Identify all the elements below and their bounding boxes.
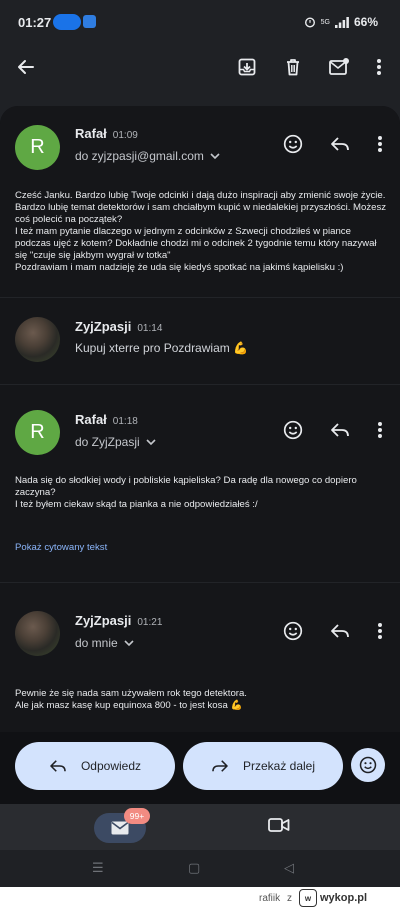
- footer-username[interactable]: rafiik: [259, 893, 280, 904]
- message-time: 01:09: [112, 130, 138, 141]
- sender-name: Rafał 01:18: [75, 412, 138, 427]
- battery-level: 66%: [353, 15, 378, 29]
- more-vert-icon[interactable]: [365, 53, 393, 81]
- nav-meet-tab[interactable]: [268, 817, 290, 838]
- sender-name: ZyjZpasji 01:14: [75, 319, 162, 334]
- avatar[interactable]: [15, 611, 60, 656]
- more-vert-icon[interactable]: [368, 619, 392, 643]
- sender-label: ZyjZpasji: [75, 319, 132, 334]
- chevron-down-icon: [210, 152, 220, 159]
- phone-screen: 01:27 5G 66% R Rafał 01:09 do zyjzpasji@…: [0, 0, 400, 887]
- status-right: 5G 66%: [304, 15, 378, 29]
- reply-button-label: Odpowiedz: [80, 759, 142, 773]
- avatar[interactable]: R: [15, 125, 60, 170]
- reply-icon[interactable]: [328, 619, 352, 643]
- delete-icon[interactable]: [279, 53, 307, 81]
- status-bar: 01:27 5G 66%: [0, 0, 400, 44]
- recipient-toggle[interactable]: do zyjzpasji@gmail.com: [75, 149, 220, 163]
- hotspot-icon: [53, 14, 81, 30]
- sender-name: ZyjZpasji 01:21: [75, 613, 162, 628]
- more-vert-icon[interactable]: [368, 132, 392, 156]
- unread-count-badge: 99+: [124, 808, 150, 824]
- recipient-toggle[interactable]: do ZyjZpasji: [75, 435, 156, 449]
- sender-label: ZyjZpasji: [75, 613, 132, 628]
- message-time: 01:14: [137, 323, 163, 334]
- sender-label: Rafał: [75, 126, 107, 141]
- footer-gender: z: [287, 893, 292, 904]
- system-navigation: ☰ ▢ ◁: [0, 850, 400, 887]
- forward-button-label: Przekaż dalej: [242, 759, 316, 773]
- emoji-reaction-button[interactable]: [351, 748, 385, 782]
- conversation-thread[interactable]: R Rafał 01:09 do zyjzpasji@gmail.com Cześ…: [0, 106, 400, 732]
- wykop-logo[interactable]: w wykop.pl: [299, 889, 367, 907]
- sender-label: Rafał: [75, 412, 107, 427]
- emoji-reaction-icon[interactable]: [281, 418, 305, 442]
- reply-icon[interactable]: [328, 132, 352, 156]
- reply-button[interactable]: Odpowiedz: [15, 742, 175, 790]
- footer-site: wykop.pl: [320, 892, 368, 904]
- top-toolbar: [0, 44, 400, 90]
- alarm-icon: [304, 17, 315, 28]
- network-type: 5G: [320, 18, 330, 26]
- avatar[interactable]: [15, 317, 60, 362]
- recipient-label: do ZyjZpasji: [75, 435, 140, 449]
- more-vert-icon[interactable]: [368, 418, 392, 442]
- mail-icon: [111, 821, 129, 835]
- message-snippet: Kupuj xterre pro Pozdrawiam 💪: [75, 341, 249, 355]
- mark-unread-icon[interactable]: [325, 53, 353, 81]
- chevron-down-icon: [124, 639, 134, 646]
- message-card[interactable]: R Rafał 01:09 do zyjzpasji@gmail.com Cześ…: [0, 106, 400, 298]
- wykop-logo-icon: w: [299, 889, 317, 907]
- archive-icon[interactable]: [233, 53, 261, 81]
- reply-actions-bar: Odpowiedz Przekaż dalej: [0, 732, 400, 804]
- message-body: Cześć Janku. Bardzo lubię Twoje odcinki …: [15, 190, 387, 273]
- signal-icon: [334, 16, 349, 28]
- home-icon[interactable]: ▢: [188, 860, 200, 876]
- recents-icon[interactable]: ☰: [92, 860, 104, 876]
- forward-button[interactable]: Przekaż dalej: [183, 742, 343, 790]
- message-card-collapsed[interactable]: ZyjZpasji 01:14 Kupuj xterre pro Pozdrawi…: [0, 298, 400, 385]
- back-arrow-icon[interactable]: [12, 53, 40, 81]
- message-card[interactable]: R Rafał 01:18 do ZyjZpasji Nada się do sł…: [0, 385, 400, 583]
- emoji-reaction-icon[interactable]: [281, 132, 305, 156]
- recipient-label: do mnie: [75, 636, 118, 650]
- emoji-reaction-icon[interactable]: [281, 619, 305, 643]
- footer-attribution: rafiik z w wykop.pl: [0, 887, 400, 911]
- message-body: Pewnie że się nada sam używałem rok tego…: [15, 688, 247, 711]
- reply-icon: [50, 760, 66, 772]
- recipient-label: do zyjzpasji@gmail.com: [75, 149, 204, 163]
- status-time: 01:27: [18, 15, 52, 30]
- avatar[interactable]: R: [15, 410, 60, 455]
- chevron-down-icon: [146, 438, 156, 445]
- sender-name: Rafał 01:09: [75, 126, 138, 141]
- emoji-icon: [359, 756, 377, 774]
- message-time: 01:18: [112, 416, 138, 427]
- message-time: 01:21: [137, 617, 163, 628]
- message-card[interactable]: ZyjZpasji 01:21 do mnie Pewnie że się nad…: [0, 583, 400, 732]
- show-quoted-text-link[interactable]: Pokaż cytowany tekst: [15, 542, 107, 553]
- video-camera-icon: [268, 818, 290, 832]
- reply-icon[interactable]: [328, 418, 352, 442]
- recipient-toggle[interactable]: do mnie: [75, 636, 134, 650]
- message-body: Nada się do słodkiej wody i pobliskie ką…: [15, 475, 357, 510]
- back-icon[interactable]: ◁: [284, 860, 294, 876]
- app-notification-icon: [83, 15, 96, 28]
- bottom-navigation: 99+: [0, 804, 400, 850]
- forward-icon: [212, 760, 228, 772]
